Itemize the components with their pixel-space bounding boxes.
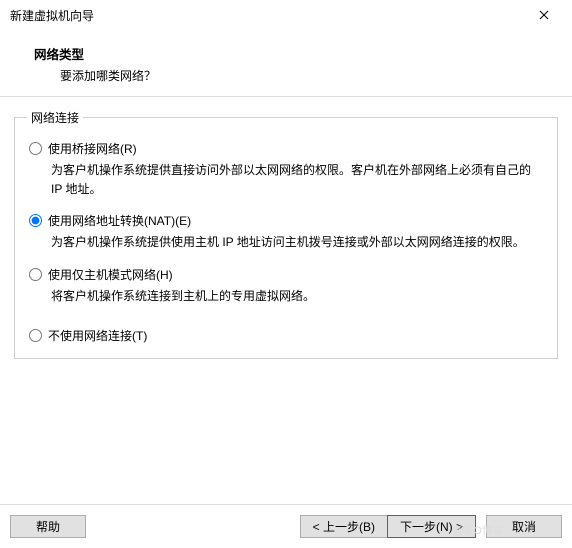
option-hostonly: 使用仅主机模式网络(H) 将客户机操作系统连接到主机上的专用虚拟网络。 [27,266,545,306]
window-title: 新建虚拟机向导 [10,7,94,24]
radio-bridged[interactable] [29,142,42,155]
cancel-button[interactable]: 取消 [486,515,562,538]
radio-nat[interactable] [29,214,42,227]
content-area: 网络连接 使用桥接网络(R) 为客户机操作系统提供直接访问外部以太网网络的权限。… [0,97,572,369]
radio-none[interactable] [29,329,42,342]
option-nat: 使用网络地址转换(NAT)(E) 为客户机操作系统提供使用主机 IP 地址访问主… [27,212,545,252]
option-bridged: 使用桥接网络(R) 为客户机操作系统提供直接访问外部以太网网络的权限。客户机在外… [27,140,545,198]
close-button[interactable] [524,1,564,29]
option-hostonly-row[interactable]: 使用仅主机模式网络(H) [27,266,545,283]
nav-button-group: < 上一步(B) 下一步(N) > [301,515,476,538]
page-title: 网络类型 [34,44,564,63]
titlebar: 新建虚拟机向导 [0,0,572,30]
next-button[interactable]: 下一步(N) > [387,515,476,538]
wizard-header: 网络类型 要添加哪类网络？ [0,30,572,97]
option-bridged-row[interactable]: 使用桥接网络(R) [27,140,545,157]
option-hostonly-label: 使用仅主机模式网络(H) [48,266,173,283]
option-hostonly-desc: 将客户机操作系统连接到主机上的专用虚拟网络。 [51,287,545,306]
option-none-label: 不使用网络连接(T) [48,327,147,344]
page-subtitle: 要添加哪类网络？ [60,67,564,84]
option-none: 不使用网络连接(T) [27,327,545,344]
option-none-row[interactable]: 不使用网络连接(T) [27,327,545,344]
back-button[interactable]: < 上一步(B) [300,515,388,538]
option-bridged-desc: 为客户机操作系统提供直接访问外部以太网网络的权限。客户机在外部网络上必须有自己的… [51,161,545,198]
option-nat-row[interactable]: 使用网络地址转换(NAT)(E) [27,212,545,229]
wizard-footer: 帮助 < 上一步(B) 下一步(N) > 取消 [0,504,572,548]
option-bridged-label: 使用桥接网络(R) [48,140,137,157]
network-connection-group: 网络连接 使用桥接网络(R) 为客户机操作系统提供直接访问外部以太网网络的权限。… [14,109,558,359]
option-nat-label: 使用网络地址转换(NAT)(E) [48,212,191,229]
option-nat-desc: 为客户机操作系统提供使用主机 IP 地址访问主机拨号连接或外部以太网网络连接的权… [51,233,545,252]
close-icon [539,10,549,20]
radio-hostonly[interactable] [29,268,42,281]
group-legend: 网络连接 [27,109,83,126]
help-button[interactable]: 帮助 [10,515,86,538]
